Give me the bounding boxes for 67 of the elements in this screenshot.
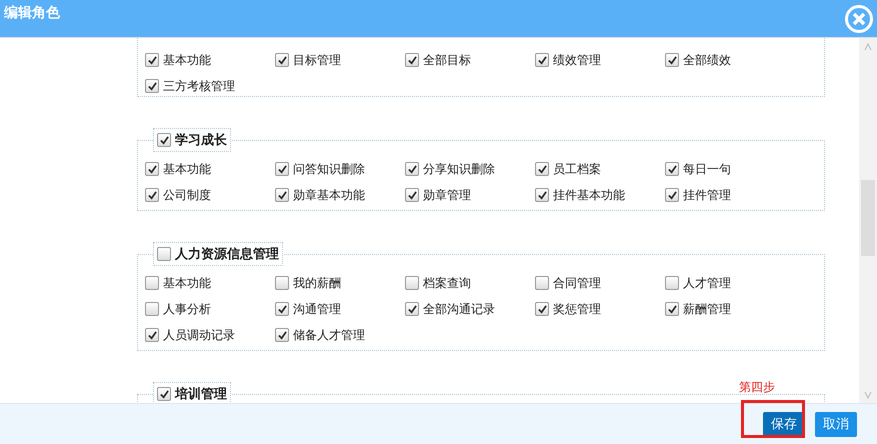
window-title: 编辑角色 (4, 4, 60, 22)
checkbox-label: 基本功能 (163, 274, 211, 292)
group-title: 培训管理 (175, 386, 227, 403)
checkbox-label: 基本功能 (163, 160, 211, 178)
checkbox[interactable] (405, 162, 419, 176)
checkbox[interactable] (535, 162, 549, 176)
checkbox-label: 公司制度 (163, 186, 211, 204)
checkbox-label: 基本功能 (163, 52, 211, 68)
checkbox[interactable] (665, 302, 679, 316)
checkbox[interactable] (145, 53, 159, 67)
checkbox-label: 薪酬管理 (683, 300, 731, 318)
checkbox-label: 勋章管理 (423, 186, 471, 204)
checkbox[interactable] (275, 53, 289, 67)
checkbox[interactable] (535, 53, 549, 67)
checkbox[interactable] (535, 276, 549, 290)
checkbox-label: 档案查询 (423, 274, 471, 292)
group-title: 学习成长 (175, 132, 227, 149)
checkbox-label: 员工档案 (553, 160, 601, 178)
checkbox[interactable] (405, 302, 419, 316)
checkbox[interactable] (275, 162, 289, 176)
cancel-button[interactable]: 取消 (815, 412, 857, 436)
checkbox-label: 三方考核管理 (163, 78, 235, 94)
checkbox[interactable] (157, 247, 171, 261)
checkbox-label: 绩效管理 (553, 52, 601, 68)
checkbox[interactable] (275, 188, 289, 202)
checkbox[interactable] (145, 79, 159, 93)
checkbox[interactable] (535, 302, 549, 316)
checkbox-label: 问答知识删除 (293, 160, 365, 178)
annotation-text: 第四步 (739, 379, 775, 396)
checkbox[interactable] (145, 188, 159, 202)
checkbox[interactable] (157, 387, 171, 401)
checkbox[interactable] (275, 302, 289, 316)
checkbox-label: 全部目标 (423, 52, 471, 68)
checkbox[interactable] (405, 276, 419, 290)
checkbox-label: 挂件管理 (683, 186, 731, 204)
checkbox[interactable] (665, 188, 679, 202)
checkbox[interactable] (275, 276, 289, 290)
checkbox[interactable] (405, 53, 419, 67)
checkbox[interactable] (665, 162, 679, 176)
checkbox-label: 我的薪酬 (293, 274, 341, 292)
checkbox[interactable] (145, 162, 159, 176)
checkbox[interactable] (665, 276, 679, 290)
checkbox-label: 每日一句 (683, 160, 731, 178)
checkbox-label: 勋章基本功能 (293, 186, 365, 204)
checkbox-label: 人员调动记录 (163, 326, 235, 344)
checkbox-label: 人事分析 (163, 300, 211, 318)
checkbox-label: 挂件基本功能 (553, 186, 625, 204)
checkbox-label: 沟通管理 (293, 300, 341, 318)
checkbox-label: 分享知识删除 (423, 160, 495, 178)
checkbox-label: 人才管理 (683, 274, 731, 292)
checkbox-label: 全部沟通记录 (423, 300, 495, 318)
checkbox[interactable] (665, 53, 679, 67)
checkbox-label: 合同管理 (553, 274, 601, 292)
checkbox-label: 全部绩效 (683, 52, 731, 68)
checkbox[interactable] (145, 328, 159, 342)
checkbox[interactable] (145, 302, 159, 316)
highlight-frame (741, 400, 805, 438)
checkbox[interactable] (275, 328, 289, 342)
checkbox-label: 奖惩管理 (553, 300, 601, 318)
checkbox[interactable] (145, 276, 159, 290)
checkbox[interactable] (405, 188, 419, 202)
group-title: 人力资源信息管理 (175, 246, 279, 263)
checkbox[interactable] (535, 188, 549, 202)
scrollbar[interactable] (859, 38, 877, 403)
checkbox[interactable] (157, 133, 171, 147)
checkbox-label: 目标管理 (293, 52, 341, 68)
checkbox-label: 储备人才管理 (293, 326, 365, 344)
